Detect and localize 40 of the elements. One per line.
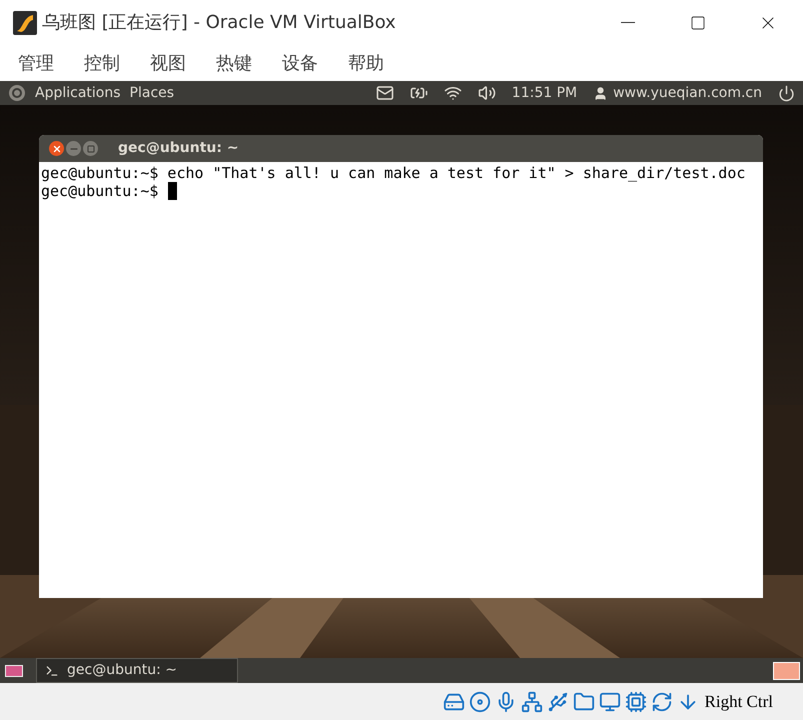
ubuntu-logo-icon[interactable] bbox=[8, 84, 26, 102]
clock[interactable]: 11:51 PM bbox=[512, 82, 578, 104]
host-key-label: Right Ctrl bbox=[704, 690, 773, 713]
terminal-line: gec@ubuntu:~$ echo "That's all! u can make a test for it" > share_dir/test.doc bbox=[41, 164, 746, 182]
wifi-icon[interactable] bbox=[444, 84, 462, 102]
taskbar-item[interactable]: gec@ubuntu: ~ bbox=[36, 658, 238, 683]
chip-icon[interactable] bbox=[624, 690, 647, 712]
terminal-close-button[interactable] bbox=[49, 141, 64, 156]
menu-item[interactable]: 热键 bbox=[216, 50, 252, 76]
network-icon[interactable] bbox=[520, 690, 543, 712]
menu-item[interactable]: 设备 bbox=[282, 50, 318, 76]
window-title: 乌班图 [正在运行] - Oracle VM VirtualBox bbox=[42, 11, 396, 35]
usb-icon[interactable] bbox=[546, 690, 569, 712]
menu-item[interactable]: 管理 bbox=[18, 50, 54, 76]
close-icon bbox=[52, 144, 62, 154]
minimize-icon bbox=[621, 22, 635, 23]
show-desktop-icon[interactable] bbox=[5, 664, 23, 676]
mail-icon[interactable] bbox=[376, 84, 394, 102]
volume-icon[interactable] bbox=[478, 84, 496, 102]
app-logo-icon bbox=[13, 10, 37, 34]
menu-item[interactable]: 视图 bbox=[150, 50, 186, 76]
optical-disc-icon[interactable] bbox=[468, 690, 491, 712]
refresh-icon[interactable] bbox=[650, 690, 673, 712]
menu-item[interactable]: 控制 bbox=[84, 50, 120, 76]
workspace-switcher[interactable] bbox=[773, 662, 800, 680]
panel-menu[interactable]: Places bbox=[130, 82, 174, 104]
panel-menu[interactable]: Applications bbox=[35, 82, 121, 104]
user-name[interactable]: www.yueqian.com.cn bbox=[613, 82, 762, 104]
task-label: gec@ubuntu: ~ bbox=[67, 661, 177, 680]
terminal-line: gec@ubuntu:~$ bbox=[41, 182, 158, 200]
maximize-icon bbox=[86, 144, 94, 152]
folder-icon[interactable] bbox=[572, 690, 595, 712]
menu-item[interactable]: 帮助 bbox=[348, 50, 384, 76]
terminal-maximize-button[interactable] bbox=[83, 141, 98, 156]
user-icon bbox=[593, 86, 608, 100]
terminal-title: gec@ubuntu: ~ bbox=[118, 139, 239, 158]
maximize-icon bbox=[690, 14, 706, 30]
monitor-icon[interactable] bbox=[598, 690, 621, 712]
terminal-icon bbox=[45, 664, 59, 678]
power-icon[interactable] bbox=[778, 84, 795, 102]
